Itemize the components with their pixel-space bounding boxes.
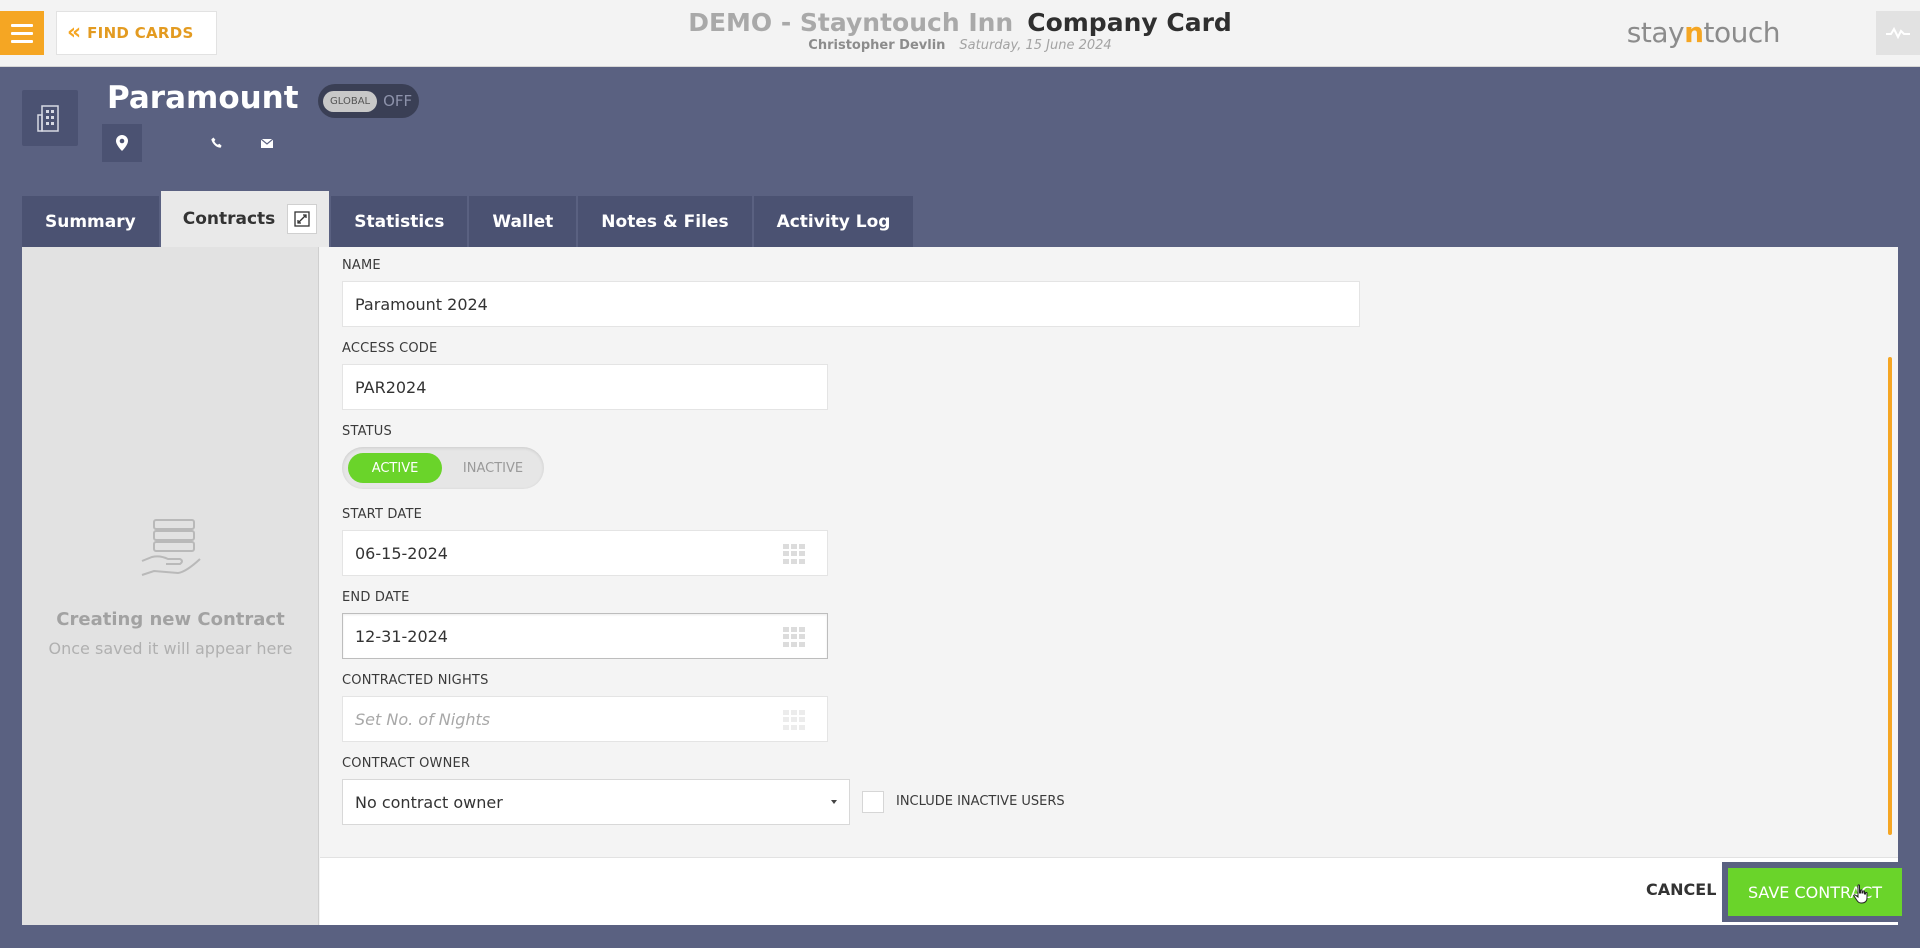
name-input[interactable]: Paramount 2024: [342, 281, 1360, 327]
contract-owner-select[interactable]: No contract owner: [342, 779, 850, 825]
tab-contracts[interactable]: Contracts: [160, 191, 330, 247]
calendar-icon: [783, 710, 805, 730]
tab-contracts-label: Contracts: [182, 209, 276, 229]
empty-title: Creating new Contract: [56, 609, 285, 630]
include-inactive-checkbox[interactable]: [862, 791, 884, 813]
calendar-icon[interactable]: [783, 544, 805, 564]
status-label: STATUS: [342, 424, 392, 439]
tab-statistics[interactable]: Statistics: [331, 196, 468, 247]
hand-cursor-icon: [1853, 884, 1868, 904]
location-pin-icon: [116, 135, 128, 151]
stayntouch-logo: stayntouch: [1626, 16, 1781, 49]
calendar-icon[interactable]: [783, 627, 805, 647]
location-button[interactable]: [102, 124, 142, 162]
contracted-nights-placeholder: Set No. of Nights: [355, 709, 491, 729]
company-tabs: Summary Contracts Statistics Wallet Note…: [22, 191, 915, 247]
expand-button[interactable]: [287, 204, 318, 234]
building-icon: [37, 105, 59, 132]
phone-button[interactable]: [202, 124, 232, 162]
status-inactive-option[interactable]: INACTIVE: [448, 453, 538, 483]
end-date-value: 12-31-2024: [355, 626, 448, 646]
save-contract-button[interactable]: SAVE CONTRACT: [1728, 868, 1902, 916]
top-bar: ‹‹ FIND CARDS DEMO - Stayntouch Inn Compa…: [0, 0, 1920, 67]
end-date-input[interactable]: 12-31-2024: [342, 613, 828, 659]
contact-actions: [102, 124, 282, 162]
tab-activity-log[interactable]: Activity Log: [753, 196, 914, 247]
contracted-nights-label: CONTRACTED NIGHTS: [342, 673, 489, 688]
contracts-list: Creating new Contract Once saved it will…: [22, 247, 319, 925]
end-date-label: END DATE: [342, 590, 410, 605]
page-title: Company Card: [1027, 8, 1232, 37]
email-button[interactable]: [252, 124, 282, 162]
tab-notes-files[interactable]: Notes & Files: [578, 196, 752, 247]
global-state: OFF: [383, 92, 413, 110]
contract-owner-value: No contract owner: [355, 792, 503, 812]
include-inactive-label: INCLUDE INACTIVE USERS: [896, 794, 1065, 809]
save-contract-focus-ring: SAVE CONTRACT: [1722, 862, 1908, 922]
envelope-icon: [261, 138, 273, 148]
pulse-icon: [1886, 26, 1910, 40]
tab-summary[interactable]: Summary: [22, 196, 159, 247]
user-name: Christopher Devlin: [808, 38, 946, 53]
status-toggle: ACTIVE INACTIVE: [342, 447, 544, 489]
cancel-button[interactable]: CANCEL: [1646, 880, 1716, 899]
global-label: GLOBAL: [323, 90, 378, 112]
scrollbar[interactable]: [1888, 357, 1892, 835]
start-date-input[interactable]: 06-15-2024: [342, 530, 828, 576]
hotel-name: DEMO - Stayntouch Inn: [688, 8, 1014, 37]
access-code-label: ACCESS CODE: [342, 341, 438, 356]
activity-pulse-button[interactable]: [1876, 11, 1920, 55]
start-date-label: START DATE: [342, 507, 423, 522]
form-footer: CANCEL SAVE CONTRACT: [320, 857, 1908, 925]
business-date: Saturday, 15 June 2024: [959, 38, 1112, 53]
start-date-value: 06-15-2024: [355, 543, 448, 563]
name-label: NAME: [342, 258, 381, 273]
contract-owner-label: CONTRACT OWNER: [342, 756, 471, 771]
access-code-input[interactable]: PAR2024: [342, 364, 828, 410]
global-toggle[interactable]: GLOBAL OFF: [318, 84, 419, 118]
tab-wallet[interactable]: Wallet: [469, 196, 577, 247]
status-active-option[interactable]: ACTIVE: [348, 453, 442, 483]
contracts-panel: Creating new Contract Once saved it will…: [22, 247, 1908, 925]
company-avatar: [22, 90, 78, 146]
company-name: Paramount: [107, 80, 299, 116]
caret-down-icon: [831, 800, 837, 804]
contracted-nights-input[interactable]: Set No. of Nights: [342, 696, 828, 742]
expand-icon: [294, 211, 310, 227]
phone-icon: [211, 137, 222, 148]
contract-stack-icon: [140, 517, 202, 583]
empty-subtitle: Once saved it will appear here: [48, 639, 293, 658]
